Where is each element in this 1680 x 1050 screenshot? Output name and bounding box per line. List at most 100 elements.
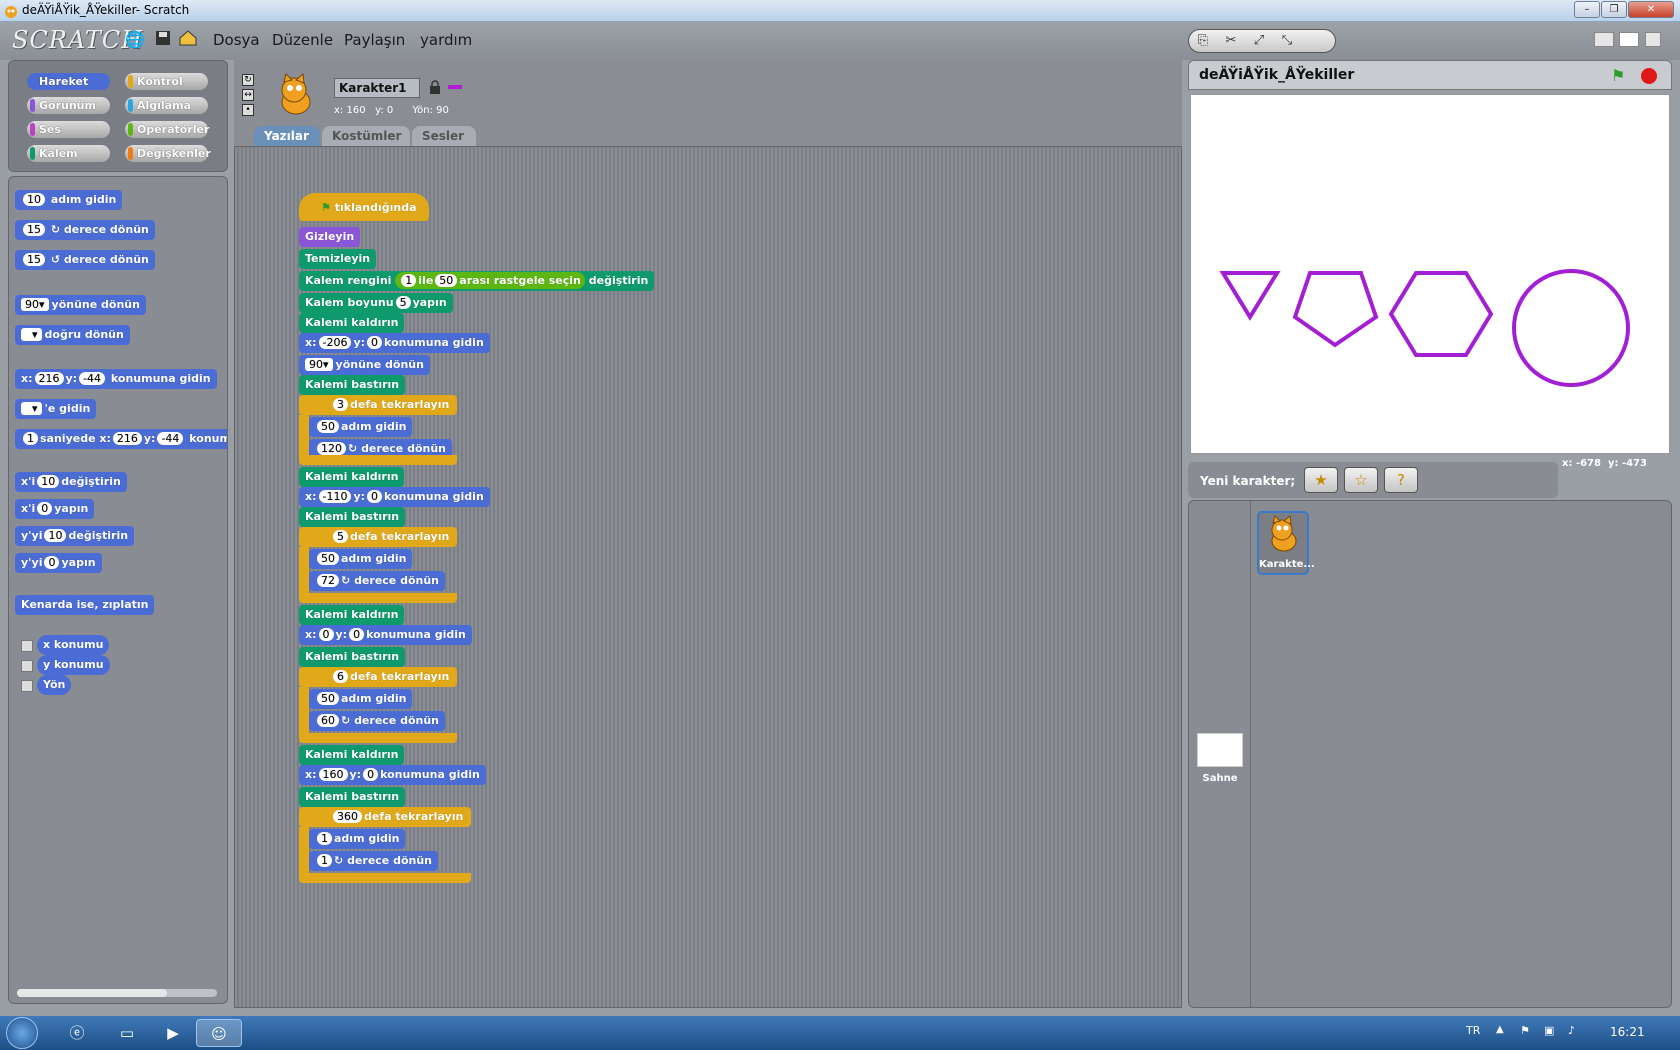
block-pen-up[interactable]: Kalemi kaldırın (299, 605, 405, 625)
category-operatorler[interactable]: Operatörler (125, 121, 209, 138)
block-turn-left[interactable]: 15 ↺ derece dönün (15, 250, 155, 270)
rotate-all-around-icon[interactable]: ↻ (242, 74, 254, 86)
block-repeat[interactable]: 360 defa tekrarlayın (299, 807, 471, 827)
block-goto-xy[interactable]: x: 0 y: 0 konumuna gidin (299, 625, 472, 645)
block-input[interactable]: 0 (37, 502, 53, 515)
save-icon[interactable] (153, 30, 173, 50)
category-ses[interactable]: Ses (27, 121, 110, 138)
category-hareket[interactable]: Hareket (27, 73, 110, 90)
block-hide[interactable]: Gizleyin (299, 227, 361, 247)
block-bounce[interactable]: Kenarda ise, zıplatın (15, 595, 155, 615)
xpos-checkbox[interactable] (21, 640, 33, 652)
block-move-steps[interactable]: 1 adım gidin (309, 829, 406, 849)
block-goto-xy[interactable]: x: -110 y: 0 konumuna gidin (299, 487, 490, 507)
normal-stage-layout-icon[interactable] (1619, 32, 1639, 47)
block-pen-down[interactable]: Kalemi bastırın (299, 787, 406, 807)
small-stage-layout-icon[interactable] (1594, 32, 1614, 47)
stage-thumbnail[interactable] (1197, 733, 1243, 767)
minimize-button[interactable]: – (1574, 1, 1600, 18)
block-y-position[interactable]: y konumu (37, 655, 110, 675)
menu-paylasin[interactable]: Paylaşın (344, 31, 405, 49)
block-point-towards[interactable]: ▾ doğru dönün (15, 325, 130, 345)
block-pen-up[interactable]: Kalemi kaldırın (299, 313, 405, 333)
grow-icon[interactable]: ⤢ (1245, 30, 1273, 52)
no-rotate-icon[interactable]: • (242, 104, 254, 116)
delete-scissors-icon[interactable]: ✂ (1217, 30, 1245, 52)
category-algilama[interactable]: Algılama (125, 97, 208, 114)
left-right-flip-icon[interactable]: ↔ (242, 89, 254, 101)
block-repeat[interactable]: 5 defa tekrarlayın (299, 527, 457, 547)
block-input[interactable]: 0 (318, 628, 334, 641)
block-input[interactable]: 120 (317, 442, 346, 455)
block-input[interactable]: 0 (367, 336, 383, 349)
file-explorer-icon[interactable]: ▭ (104, 1019, 150, 1047)
block-pen-down[interactable]: Kalemi bastırın (299, 375, 406, 395)
tab-sesler[interactable]: Sesler (412, 126, 476, 146)
block-point-direction[interactable]: 90▾ yönüne dönün (15, 295, 146, 315)
block-turn-right[interactable]: 1 ↻ derece dönün (309, 851, 439, 871)
block-input[interactable]: 6 (333, 670, 348, 683)
shrink-icon[interactable]: ⤡ (1273, 30, 1301, 52)
block-point-direction[interactable]: 90▾ yönüne dönün (299, 355, 430, 375)
maximize-button[interactable]: ❐ (1601, 1, 1627, 18)
surprise-sprite-button[interactable]: ? (1384, 467, 1418, 493)
target-dropdown[interactable]: ▾ (21, 402, 42, 415)
scratch-taskbar-icon[interactable]: ☺ (196, 1019, 242, 1047)
block-input[interactable]: -44 (79, 372, 106, 385)
block-clear[interactable]: Temizleyin (299, 249, 377, 269)
presentation-mode-icon[interactable] (1645, 32, 1661, 47)
block-change-y[interactable]: y'yi 10 değiştirin (15, 526, 135, 546)
block-pen-up[interactable]: Kalemi kaldırın (299, 467, 405, 487)
block-pen-up[interactable]: Kalemi kaldırın (299, 745, 405, 765)
direction-checkbox[interactable] (21, 680, 33, 692)
block-goto[interactable]: ▾'e gidin (15, 399, 97, 419)
category-degiskenler[interactable]: Değişkenler (125, 145, 211, 162)
network-icon[interactable]: ▣ (1544, 1024, 1554, 1037)
palette-scrollbar[interactable] (17, 989, 217, 997)
block-turn-right[interactable]: 60 ↻ derece dönün (309, 711, 446, 731)
block-input[interactable]: 50 (435, 274, 458, 287)
close-button[interactable]: ✕ (1628, 1, 1674, 18)
menu-yardim[interactable]: yardım (420, 31, 472, 49)
block-turn-right[interactable]: 72 ↻ derece dönün (309, 571, 446, 591)
block-input[interactable]: 1 (23, 432, 38, 445)
block-direction[interactable]: Yön (37, 675, 72, 695)
internet-explorer-icon[interactable]: ⓔ (54, 1019, 100, 1047)
block-pen-down[interactable]: Kalemi bastırın (299, 647, 406, 667)
block-input[interactable]: 216 (34, 372, 64, 385)
tab-yazilar[interactable]: Yazılar (254, 126, 320, 146)
block-input[interactable]: 10 (23, 193, 45, 206)
block-input[interactable]: 1 (401, 274, 417, 287)
block-input[interactable]: 216 (112, 432, 142, 445)
block-input[interactable]: 0 (349, 628, 365, 641)
globe-icon[interactable]: 🌐 (125, 30, 145, 50)
ypos-checkbox[interactable] (21, 660, 33, 672)
duplicate-stamp-icon[interactable]: ⎘ (1189, 30, 1217, 52)
stage-canvas[interactable] (1190, 94, 1670, 454)
block-input[interactable]: 60 (317, 714, 339, 727)
block-x-position[interactable]: x konumu (37, 635, 110, 655)
block-set-y[interactable]: y'yi 0 yapın (15, 553, 102, 573)
block-input[interactable]: 3 (333, 398, 348, 411)
block-input[interactable]: 1 (317, 854, 332, 867)
block-pick-random[interactable]: 1 ile 50 arası rastgele seçin (395, 272, 585, 289)
block-repeat[interactable]: 3 defa tekrarlayın (299, 395, 457, 415)
block-move-steps[interactable]: 50 adım gidin (309, 689, 413, 709)
category-kalem[interactable]: Kalem (27, 145, 110, 162)
language-indicator[interactable]: TR (1466, 1024, 1480, 1037)
clock[interactable]: 16:21 (1610, 1025, 1645, 1039)
block-turn-right[interactable]: 15 ↻ derece dönün (15, 220, 155, 240)
direction-dropdown[interactable]: 90▾ (21, 298, 49, 311)
block-repeat[interactable]: 6 defa tekrarlayın (299, 667, 457, 687)
block-move-steps[interactable]: 50 adım gidin (309, 417, 413, 437)
start-button[interactable] (6, 1017, 38, 1049)
block-when-flag-clicked[interactable]: ⚑ tıklandığında (299, 193, 429, 221)
choose-sprite-file-button[interactable]: ☆ (1344, 467, 1378, 493)
block-move-steps[interactable]: 10 adım gidin (15, 190, 123, 210)
block-input[interactable]: 5 (333, 530, 348, 543)
block-goto-xy[interactable]: x: 216 y: -44 konumuna gidin (15, 369, 217, 389)
block-input[interactable]: 50 (317, 692, 339, 705)
lock-icon[interactable] (430, 80, 440, 94)
block-input[interactable]: -206 (318, 336, 352, 349)
category-kontrol[interactable]: Kontrol (125, 73, 208, 90)
